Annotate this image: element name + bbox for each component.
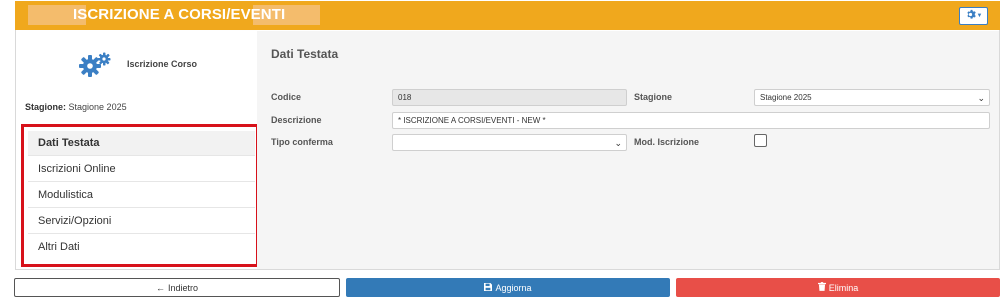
nav-item-iscrizioni-online[interactable]: Iscrizioni Online (28, 157, 255, 182)
page-header: ISCRIZIONE A CORSI/EVENTI ▼ (15, 1, 1000, 30)
chevron-down-icon: ⌄ (614, 138, 622, 148)
chevron-down-icon: ⌄ (977, 93, 985, 103)
codice-label: Codice (271, 92, 302, 102)
season-value: Stagione 2025 (68, 102, 127, 112)
sidebar-title: Iscrizione Corso (127, 59, 198, 69)
nav-item-altri-dati[interactable]: Altri Dati (28, 235, 255, 260)
delete-label: Elimina (828, 282, 859, 293)
save-button[interactable]: Aggiorna (346, 278, 670, 297)
tipo-conferma-label: Tipo conferma (271, 137, 333, 147)
gears-icon (79, 51, 113, 84)
sidebar-nav: Dati Testata Iscrizioni Online Modulisti… (21, 124, 259, 267)
arrow-left-icon: ← (155, 282, 165, 293)
back-button[interactable]: ← Indietro (14, 278, 340, 297)
nav-item-servizi-opzioni[interactable]: Servizi/Opzioni (28, 209, 255, 234)
page-title: ISCRIZIONE A CORSI/EVENTI (73, 6, 286, 23)
back-label: Indietro (167, 282, 199, 293)
descrizione-label: Descrizione (271, 115, 322, 125)
section-title: Dati Testata (271, 47, 339, 61)
save-icon (484, 282, 493, 293)
settings-button[interactable]: ▼ (959, 7, 988, 25)
nav-item-dati-testata[interactable]: Dati Testata (28, 131, 255, 156)
tipo-conferma-select[interactable]: ⌄ (392, 134, 627, 151)
codice-field[interactable]: 018 (392, 89, 627, 106)
form-area (257, 31, 999, 269)
nav-item-modulistica[interactable]: Modulistica (28, 183, 255, 208)
descrizione-field[interactable]: * ISCRIZIONE A CORSI/EVENTI - NEW * (392, 112, 990, 129)
mod-iscrizione-checkbox[interactable] (754, 134, 767, 147)
stagione-value: Stagione 2025 (760, 93, 812, 102)
season-label: Stagione: (25, 102, 67, 112)
gear-icon (965, 7, 976, 25)
save-label: Aggiorna (495, 282, 532, 293)
trash-icon (817, 282, 826, 293)
chevron-down-icon: ▼ (976, 13, 983, 19)
stagione-label: Stagione (634, 92, 673, 102)
season-info: Stagione: Stagione 2025 (25, 102, 127, 112)
mod-iscrizione-label: Mod. Iscrizione (634, 137, 700, 147)
stagione-select[interactable]: Stagione 2025 ⌄ (754, 89, 990, 106)
delete-button[interactable]: Elimina (676, 278, 1000, 297)
